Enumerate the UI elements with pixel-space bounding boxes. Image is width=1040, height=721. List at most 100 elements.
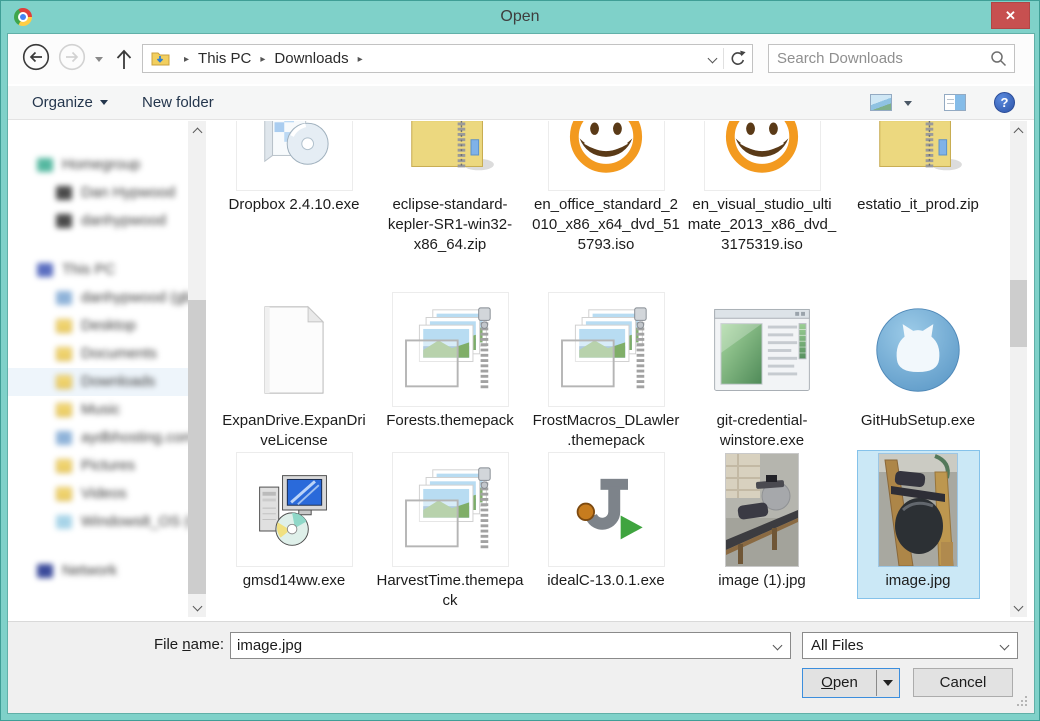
- breadcrumb-item[interactable]: This PC: [198, 50, 251, 67]
- new-folder-button[interactable]: New folder: [142, 86, 214, 119]
- file-item[interactable]: estatio_it_prod.zip: [840, 121, 996, 215]
- zip-folder-icon: [392, 121, 509, 191]
- scroll-up-icon[interactable]: [188, 121, 206, 139]
- back-button[interactable]: [22, 43, 50, 71]
- file-item[interactable]: idealC-13.0.1.exe: [528, 452, 684, 591]
- organize-caret-icon: [100, 100, 108, 105]
- sidebar-item-downloads[interactable]: Downloads: [8, 368, 188, 396]
- folder-icon: [56, 403, 72, 417]
- github-icon: [860, 292, 977, 407]
- file-name-combobox: [230, 632, 791, 659]
- file-name-label: File name:: [8, 632, 224, 658]
- file-list-scrollbar[interactable]: [1010, 121, 1027, 617]
- blank-document-icon: [236, 292, 353, 407]
- installer-cd-icon: [236, 452, 353, 567]
- file-item[interactable]: eclipse-standard-kepler-SR1-win32-x86_64…: [372, 121, 528, 255]
- file-item[interactable]: Forests.themepack: [372, 292, 528, 431]
- open-split-button: Open: [802, 668, 900, 698]
- sidebar-scrollbar-thumb[interactable]: [188, 300, 206, 594]
- themepack-icon: [392, 452, 509, 567]
- address-bar[interactable]: ▸This PC▸Downloads▸: [142, 44, 753, 73]
- scroll-up-icon[interactable]: [1010, 121, 1027, 139]
- up-button[interactable]: [114, 46, 134, 72]
- dialog-footer: File name: All Files Open Cancel: [8, 621, 1034, 713]
- file-item[interactable]: image.jpg: [840, 452, 996, 591]
- file-label: estatio_it_prod.zip: [843, 195, 993, 215]
- sidebar-item-dan-hypwood[interactable]: Dan Hypwood: [8, 179, 188, 207]
- themepack-icon: [392, 292, 509, 407]
- network-icon: [37, 564, 53, 578]
- sidebar-item-pictures[interactable]: Pictures: [8, 452, 188, 480]
- chevron-down-icon[interactable]: [773, 641, 783, 651]
- sidebar-item-videos[interactable]: Videos: [8, 480, 188, 508]
- file-list-scrollbar-thumb[interactable]: [1010, 280, 1027, 347]
- forward-button-disabled[interactable]: [58, 43, 86, 71]
- computer-icon: [37, 263, 53, 277]
- file-label: Forests.themepack: [375, 411, 525, 431]
- sidebar-item-windows8-os-c[interactable]: Windows8_OS (C:): [8, 508, 188, 536]
- preview-pane-button[interactable]: [944, 94, 966, 111]
- help-button[interactable]: ?: [994, 92, 1015, 113]
- folder-icon: [56, 459, 72, 473]
- file-item[interactable]: gmsd14ww.exe: [216, 452, 372, 591]
- scroll-down-icon[interactable]: [188, 599, 206, 617]
- address-dropdown-chevron-icon[interactable]: [708, 54, 718, 64]
- file-label: HarvestTime.themepack: [375, 571, 525, 611]
- file-item[interactable]: Dropbox 2.4.10.exe: [216, 121, 372, 215]
- search-input[interactable]: [777, 46, 987, 71]
- file-label: Dropbox 2.4.10.exe: [219, 195, 369, 215]
- cancel-button[interactable]: Cancel: [913, 668, 1013, 697]
- sidebar-scrollbar[interactable]: [188, 121, 206, 617]
- photo-1-icon: [704, 452, 821, 567]
- file-type-select[interactable]: All Files: [802, 632, 1018, 659]
- sidebar-item-danhypwood[interactable]: danhypwood: [8, 207, 188, 235]
- file-label: git-credential-winstore.exe: [687, 411, 837, 451]
- scroll-down-icon[interactable]: [1010, 599, 1027, 617]
- caret-down-icon: [883, 680, 893, 686]
- sidebar-item-label: Desktop: [81, 312, 136, 340]
- organize-label: Organize: [32, 94, 93, 111]
- file-name-input[interactable]: [237, 634, 757, 657]
- change-view-button[interactable]: [870, 94, 892, 111]
- breadcrumb-separator-icon: ▸: [251, 54, 274, 65]
- search-icon[interactable]: [990, 50, 1007, 67]
- file-item[interactable]: git-credential-winstore.exe: [684, 292, 840, 451]
- file-item[interactable]: ExpanDrive.ExpanDriveLicense: [216, 292, 372, 451]
- refresh-button[interactable]: [728, 49, 748, 69]
- sidebar-item-this-pc[interactable]: This PC: [8, 256, 188, 284]
- file-item[interactable]: en_visual_studio_ultimate_2013_x86_dvd_3…: [684, 121, 840, 255]
- file-label: ExpanDrive.ExpanDriveLicense: [219, 411, 369, 451]
- file-item[interactable]: HarvestTime.themepack: [372, 452, 528, 611]
- sidebar-item-network[interactable]: Network: [8, 557, 188, 585]
- sidebar-item-desktop[interactable]: Desktop: [8, 312, 188, 340]
- file-label: idealC-13.0.1.exe: [531, 571, 681, 591]
- sidebar-item-label: danhypwood: [81, 207, 166, 235]
- sidebar-item-aydbhosting-com[interactable]: aydbhosting.com: [8, 424, 188, 452]
- sidebar-item-documents[interactable]: Documents: [8, 340, 188, 368]
- breadcrumb-item[interactable]: Downloads: [274, 50, 348, 67]
- file-item[interactable]: FrostMacros_DLawler.themepack: [528, 292, 684, 451]
- file-item[interactable]: image (1).jpg: [684, 452, 840, 591]
- installer-box-icon: [236, 121, 353, 191]
- change-view-caret-icon[interactable]: [904, 101, 912, 106]
- sidebar-item-homegroup[interactable]: Homegroup: [8, 151, 188, 179]
- sidebar-item-music[interactable]: Music: [8, 396, 188, 424]
- organize-menu[interactable]: Organize: [32, 86, 108, 119]
- file-item[interactable]: GitHubSetup.exe: [840, 292, 996, 431]
- homegroup-icon: [37, 158, 53, 172]
- open-button[interactable]: Open: [803, 669, 876, 697]
- open-dialog-window: Open ✕ ▸This PC▸Downloads▸: [0, 0, 1040, 721]
- close-button[interactable]: ✕: [991, 2, 1030, 29]
- recent-locations-caret[interactable]: [95, 57, 103, 62]
- sidebar-item-label: aydbhosting.com: [81, 424, 188, 452]
- sidebar-item-danhypwood-gb[interactable]: danhypwood (gb: [8, 284, 188, 312]
- file-label: en_visual_studio_ultimate_2013_x86_dvd_3…: [687, 195, 837, 255]
- file-label: image.jpg: [843, 571, 993, 591]
- open-dropdown-button[interactable]: [877, 669, 899, 697]
- file-item[interactable]: en_office_standard_2010_x86_x64_dvd_5157…: [528, 121, 684, 255]
- site-icon: [56, 431, 72, 445]
- resize-grip[interactable]: [1016, 695, 1027, 706]
- sidebar-item-label: Dan Hypwood: [81, 179, 175, 207]
- sidebar-item-label: This PC: [62, 256, 115, 284]
- breadcrumb-separator-icon[interactable]: ▸: [349, 54, 372, 65]
